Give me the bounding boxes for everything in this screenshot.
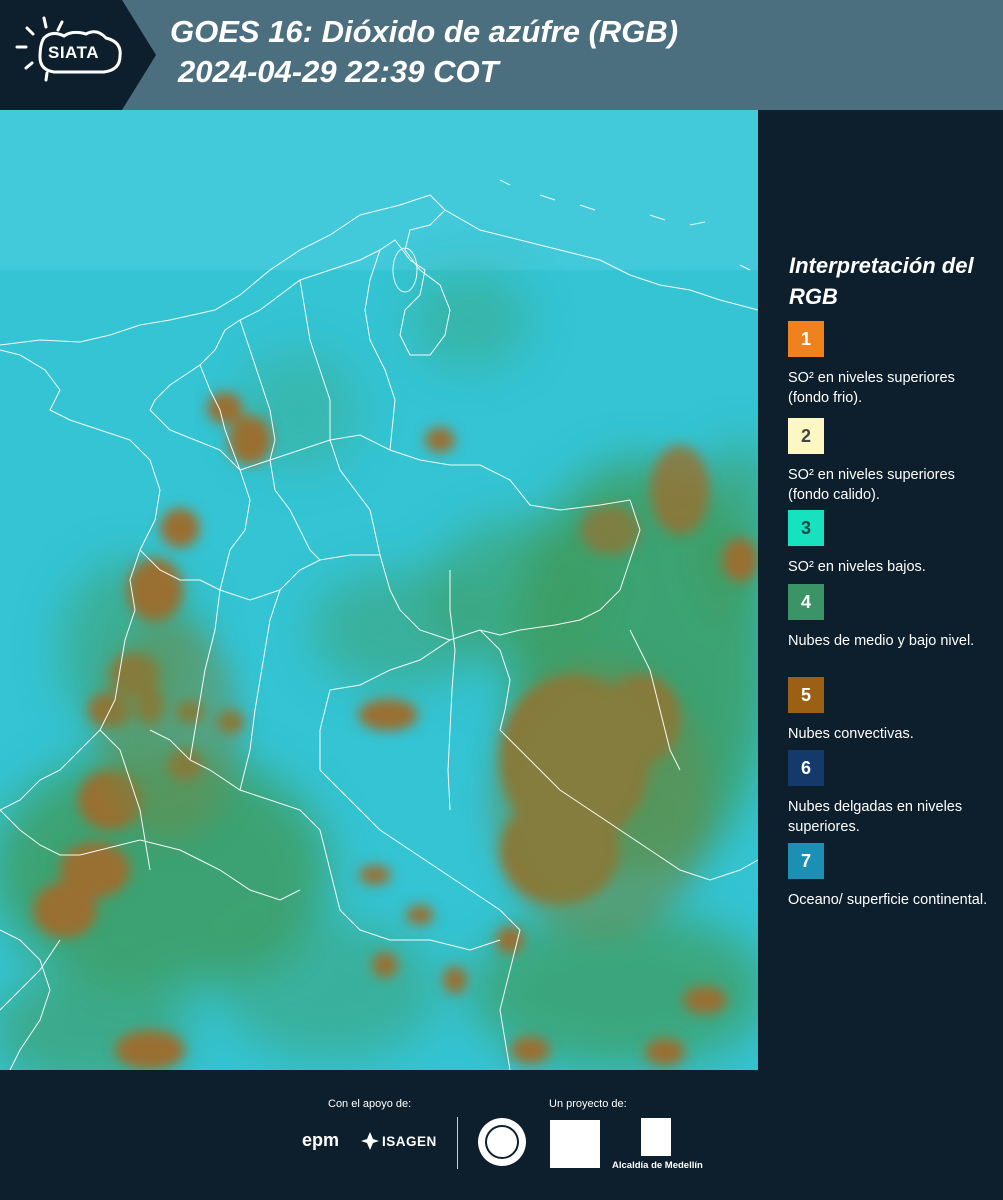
- legend-item: 4 Nubes de medio y bajo nivel.: [788, 584, 998, 651]
- legend-title: Interpretación del RGB: [789, 253, 974, 309]
- support-label: Con el apoyo de:: [328, 1098, 412, 1110]
- footer: Con el apoyo de: Un proyecto de: epm ISA…: [0, 1070, 1003, 1200]
- legend-panel: Interpretación del RGB 1 SO² en niveles …: [760, 110, 1003, 1070]
- isagen-logo-icon: [361, 1132, 379, 1150]
- legend-item-label: SO² en niveles superiores (fondo frio).: [788, 370, 955, 406]
- legend-swatch: 4: [788, 584, 824, 620]
- alcaldia-logo-text: Alcaldía de Medellín: [612, 1160, 703, 1171]
- project-label: Un proyecto de:: [549, 1098, 627, 1110]
- legend-item: 3 SO² en niveles bajos.: [788, 510, 998, 577]
- medellin-seal-logo: [478, 1118, 526, 1166]
- satellite-map: [0, 110, 758, 1070]
- legend-item-label: SO² en niveles bajos.: [788, 559, 926, 575]
- epm-logo: epm: [302, 1130, 340, 1150]
- area-metropolitana-logo: [550, 1120, 600, 1168]
- legend-swatch: 5: [788, 677, 824, 713]
- legend-swatch: 7: [788, 843, 824, 879]
- alcaldia-shield-logo: [641, 1118, 671, 1156]
- siata-logo-text: SIATA: [48, 43, 99, 62]
- legend-item: 6 Nubes delgadas en niveles superiores.: [788, 750, 998, 837]
- page-title: GOES 16: Dióxido de azúfre (RGB): [170, 14, 679, 49]
- legend-item: 5 Nubes convectivas.: [788, 677, 998, 744]
- isagen-logo: ISAGEN: [382, 1134, 437, 1149]
- header-bar: SIATA GOES 16: Dióxido de azúfre (RGB) 2…: [0, 0, 1003, 110]
- footer-divider: [457, 1117, 458, 1169]
- legend-swatch: 2: [788, 418, 824, 454]
- legend-item-label: Nubes de medio y bajo nivel.: [788, 633, 975, 649]
- siata-logo: SIATA: [0, 0, 158, 110]
- legend-item-label: Oceano/ superficie continental.: [788, 892, 988, 908]
- legend-item: 2 SO² en niveles superiores (fondo calid…: [788, 418, 998, 505]
- legend-swatch: 3: [788, 510, 824, 546]
- legend-item-label: SO² en niveles superiores (fondo calido)…: [788, 467, 955, 503]
- legend-item-label: Nubes delgadas en niveles superiores.: [788, 799, 963, 835]
- legend-swatch: 6: [788, 750, 824, 786]
- legend-item-label: Nubes convectivas.: [788, 726, 914, 742]
- timestamp: 2024-04-29 22:39 COT: [178, 54, 499, 89]
- legend-item: 1 SO² en niveles superiores (fondo frio)…: [788, 321, 998, 408]
- legend-item: 7 Oceano/ superficie continental.: [788, 843, 998, 910]
- legend-swatch: 1: [788, 321, 824, 357]
